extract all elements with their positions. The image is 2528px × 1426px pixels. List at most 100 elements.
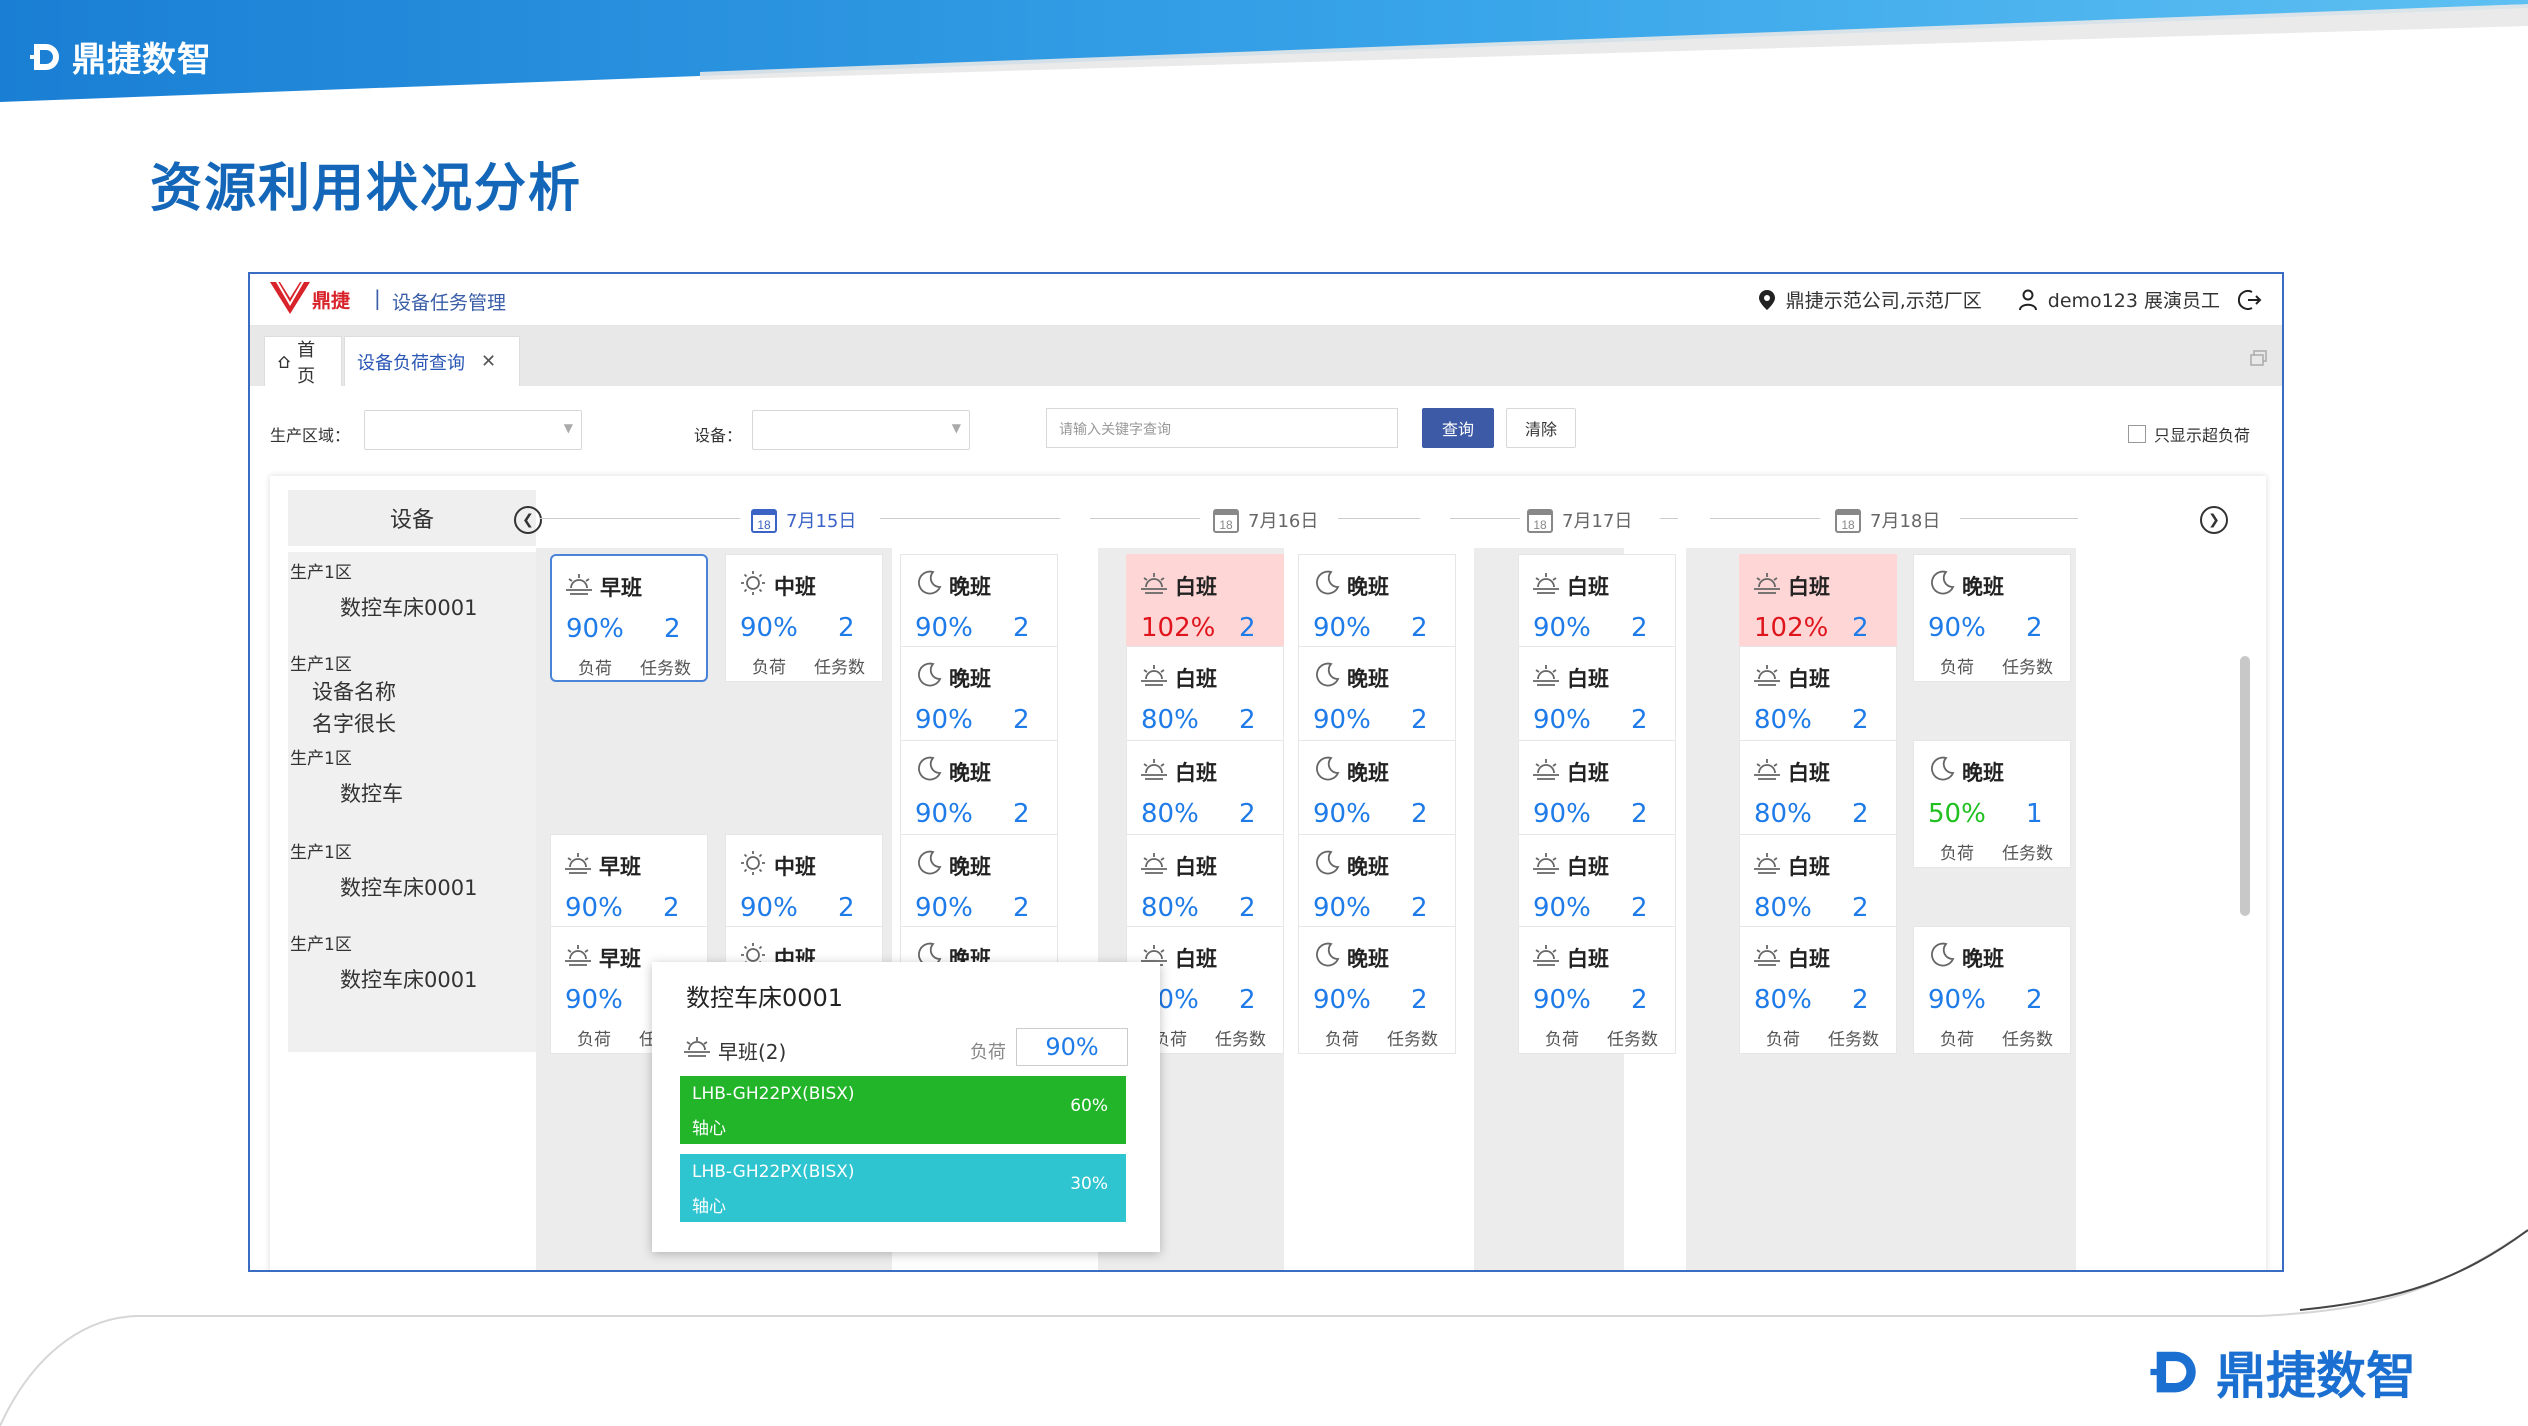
sunrise-icon (565, 945, 591, 966)
date-label: 7月18日 (1870, 511, 1941, 532)
date-header-1[interactable]: 18 7月15日 (750, 506, 856, 534)
tab-home-label: 首页 (297, 339, 316, 387)
task-count-caption: 任务数 (1387, 1030, 1438, 1050)
sunrise-icon (1533, 853, 1559, 874)
chevron-down-icon: ▼ (563, 421, 573, 435)
date-header-3[interactable]: 18 7月17日 (1526, 506, 1632, 534)
clear-button[interactable]: 清除 (1506, 408, 1576, 448)
shift-name: 中班 (774, 855, 816, 879)
date-divider-line (1450, 518, 1520, 519)
header-right: 鼎捷示范公司,示范厂区 demo123 展演员工 (1758, 286, 2262, 313)
task-count: 2 (838, 893, 855, 923)
module-title[interactable]: 设备任务管理 (392, 288, 506, 315)
popup-task-1[interactable]: LHB-GH22PX(BISX) 轴心 60% (680, 1076, 1126, 1144)
load-value: 90% (1533, 799, 1591, 829)
sunrise-icon (1141, 853, 1167, 874)
load-value: 90% (1533, 705, 1591, 735)
zone-label: 生产1区 (290, 563, 352, 583)
date-divider-line (1960, 518, 2078, 519)
moon-icon (918, 850, 942, 875)
svg-text:18: 18 (1219, 518, 1233, 532)
only-overload-toggle[interactable]: 只显示超负荷 (2127, 422, 2250, 446)
calendar-icon: 18 (751, 509, 777, 533)
task-count-caption: 任务数 (2002, 844, 2053, 864)
equipment-name: 数控车床0001 (340, 876, 478, 900)
shift-card-1-8[interactable]: 晚班 90% 2 负荷 任务数 (1913, 554, 2071, 682)
shift-card-5-8[interactable]: 晚班 90% 2 负荷 任务数 (1913, 926, 2071, 1054)
equipment-label: 设备： (694, 426, 743, 445)
shift-name: 白班 (1567, 855, 1609, 879)
task-count: 2 (1013, 705, 1030, 735)
shift-name: 早班 (599, 947, 641, 971)
shift-name: 白班 (1788, 947, 1830, 971)
task-count: 2 (1411, 613, 1428, 643)
shift-name: 白班 (1175, 761, 1217, 785)
shift-card-1-2[interactable]: 中班 90% 2 负荷 任务数 (725, 554, 883, 682)
date-header-4[interactable]: 18 7月18日 (1834, 506, 1940, 534)
moon-icon (1316, 942, 1340, 967)
date-header-2[interactable]: 18 7月16日 (1212, 506, 1318, 534)
tab-active-label: 设备负荷查询 (357, 352, 465, 374)
tab-home[interactable]: 首页 (264, 336, 342, 387)
popup-load-label: 负荷 (970, 1042, 1006, 1063)
tab-close-icon[interactable]: ✕ (481, 351, 496, 372)
date-label: 7月16日 (1248, 511, 1319, 532)
popup-task-2[interactable]: LHB-GH22PX(BISX) 轴心 30% (680, 1154, 1126, 1222)
vertical-scrollbar[interactable] (2240, 656, 2250, 916)
date-label: 7月17日 (1562, 511, 1633, 532)
shift-name: 白班 (1567, 667, 1609, 691)
shift-card-5-7[interactable]: 白班 80% 2 负荷 任务数 (1739, 926, 1897, 1054)
shift-card-3-6[interactable]: 晚班 50% 1 负荷 任务数 (1913, 740, 2071, 868)
load-value: 80% (1141, 893, 1199, 923)
sun-icon (741, 571, 765, 595)
shift-name: 晚班 (1347, 947, 1389, 971)
task-count: 2 (1411, 893, 1428, 923)
moon-icon (1316, 850, 1340, 875)
task-count: 2 (2026, 613, 2043, 643)
equipment-name: 数控车床0001 (340, 968, 478, 992)
task-count: 2 (1239, 613, 1256, 643)
task-count: 2 (1411, 985, 1428, 1015)
search-input[interactable]: 请输入关键字查询 (1046, 408, 1398, 448)
header-separator: | (374, 286, 381, 310)
sunrise-icon (566, 574, 592, 595)
load-value: 90% (565, 985, 623, 1015)
task-part: 轴心 (692, 1197, 726, 1217)
shift-card-1-1[interactable]: 早班 90% 2 负荷 任务数 (550, 554, 708, 682)
tab-equipment-load[interactable]: 设备负荷查询 ✕ (344, 336, 520, 386)
load-value: 90% (1313, 985, 1371, 1015)
equipment-select[interactable]: ▼ (752, 410, 970, 450)
date-divider-line (880, 518, 1060, 519)
shift-name: 白班 (1567, 761, 1609, 785)
popup-load-value: 90% (1016, 1028, 1128, 1066)
zone-label: 生产1区 (290, 655, 352, 675)
company-location[interactable]: 鼎捷示范公司,示范厂区 (1786, 286, 1982, 313)
shift-name: 晚班 (1962, 947, 2004, 971)
load-value: 50% (1928, 799, 1986, 829)
date-divider-line (1710, 518, 1820, 519)
shift-card-5-6[interactable]: 白班 90% 2 负荷 任务数 (1518, 926, 1676, 1054)
shift-detail-popup: 数控车床0001 早班(2) 负荷 90% LHB-GH22PX(BISX) 轴… (652, 962, 1160, 1252)
brand-logo-top: 鼎捷数智 (30, 32, 212, 81)
app-window: 鼎捷 | 设备任务管理 鼎捷示范公司,示范厂区 demo123 展演员工 首页 … (248, 272, 2284, 1272)
load-caption: 负荷 (1766, 1030, 1800, 1050)
shift-name: 晚班 (1347, 855, 1389, 879)
area-select[interactable]: ▼ (364, 410, 582, 450)
window-restore-icon[interactable] (2250, 350, 2268, 366)
task-count: 2 (1852, 613, 1869, 643)
user-name[interactable]: demo123 展演员工 (2048, 286, 2220, 313)
shift-name: 白班 (1175, 575, 1217, 599)
shift-name: 晚班 (949, 575, 991, 599)
checkbox[interactable] (2127, 425, 2146, 443)
prev-arrow-icon[interactable]: ❮ (514, 506, 542, 534)
date-divider-line (1660, 518, 1678, 519)
date-divider-line (540, 518, 740, 519)
task-count-caption: 任务数 (814, 658, 865, 678)
moon-icon (918, 662, 942, 687)
shift-card-5-5[interactable]: 晚班 90% 2 负荷 任务数 (1298, 926, 1456, 1054)
query-button[interactable]: 查询 (1422, 408, 1494, 448)
next-arrow-icon[interactable]: ❯ (2200, 506, 2228, 534)
logout-icon[interactable] (2238, 288, 2262, 312)
equipment-row-label[interactable]: 生产1区 数控车床0001 (288, 924, 536, 1052)
brand-text-top: 鼎捷数智 (72, 40, 212, 80)
